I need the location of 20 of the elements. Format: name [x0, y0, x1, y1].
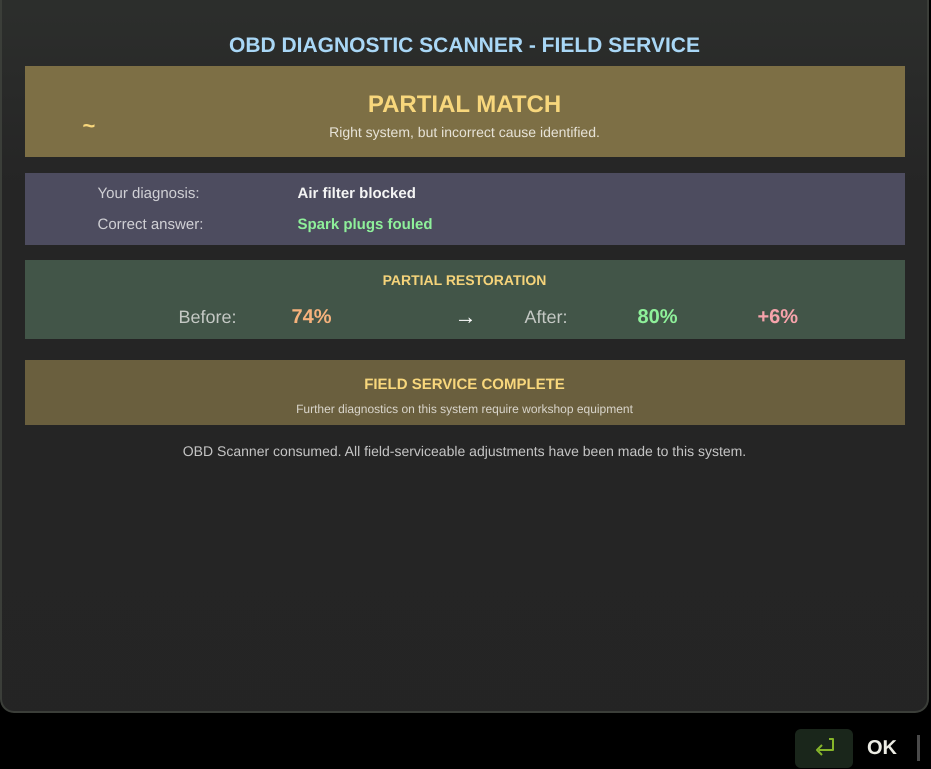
change-value: +6%: [758, 305, 798, 329]
after-value: 80%: [638, 305, 678, 329]
dialog-title: OBD DIAGNOSTIC SCANNER - FIELD SERVICE: [229, 34, 700, 58]
arrow-glyph: →: [454, 305, 476, 329]
notice-heading: FIELD SERVICE COMPLETE: [364, 376, 565, 394]
diagnosis-label: Correct answer:: [98, 214, 204, 234]
before-label: Before:: [178, 306, 237, 328]
return-key-icon: [795, 728, 853, 768]
result-glyph: ~: [82, 115, 96, 137]
diagnosis-value: Spark plugs fouled: [298, 214, 433, 234]
result-message: Right system, but incorrect cause identified.: [329, 123, 600, 141]
before-value: 74%: [292, 305, 332, 329]
footnote-text: OBD Scanner consumed. All field-serviceable adjustments have been made to this system.: [182, 442, 746, 460]
after-label: After:: [524, 306, 568, 328]
diagnosis-value: Air filter blocked: [298, 184, 416, 202]
notice-message: Further diagnostics on this system require workshop equipment: [296, 402, 633, 417]
ok-button[interactable]: OK: [795, 728, 897, 768]
result-heading: PARTIAL MATCH: [368, 91, 562, 119]
diagnosis-label: Your diagnosis:: [98, 184, 201, 202]
restoration-heading: PARTIAL RESTORATION: [382, 272, 546, 289]
